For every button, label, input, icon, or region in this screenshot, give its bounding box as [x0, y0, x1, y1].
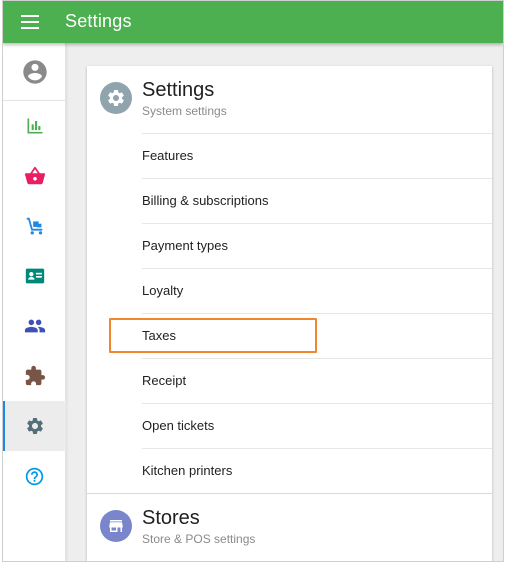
menu-item-label: Payment types	[142, 238, 228, 253]
menu-item-label: Receipt	[142, 373, 187, 388]
sidebar-item-integrations[interactable]	[3, 351, 66, 401]
settings-section-header: Settings System settings	[87, 66, 492, 133]
sidebar-item-employees[interactable]	[3, 251, 66, 301]
gear-icon	[25, 416, 45, 436]
settings-item-loyalty[interactable]: Loyalty	[142, 268, 492, 313]
menu-item-label: Kitchen printers	[142, 463, 233, 478]
contact-card-icon	[24, 265, 46, 287]
account-circle-icon	[21, 58, 49, 86]
menu-item-label: Features	[142, 148, 194, 163]
dolly-cart-icon	[24, 215, 46, 237]
sidebar-item-inventory[interactable]	[3, 201, 66, 251]
bar-chart-icon	[25, 116, 45, 136]
sidebar-item-items[interactable]	[3, 151, 66, 201]
shopping-basket-icon	[24, 165, 46, 187]
sidebar-item-customers[interactable]	[3, 301, 66, 351]
stores-section-header[interactable]: Stores Store & POS settings	[87, 493, 492, 560]
top-app-bar: Settings	[3, 1, 503, 43]
menu-item-label: Loyalty	[142, 283, 184, 298]
sidebar	[3, 43, 66, 561]
settings-section-subtitle: System settings	[142, 104, 227, 118]
hamburger-menu-icon[interactable]	[21, 15, 39, 29]
settings-section-title: Settings	[142, 79, 215, 101]
stores-section-subtitle: Store & POS settings	[142, 532, 256, 546]
sidebar-item-account[interactable]	[3, 43, 66, 101]
menu-item-label: Open tickets	[142, 418, 215, 433]
settings-card: Settings System settings Features Billin…	[87, 66, 492, 561]
settings-item-payment-types[interactable]: Payment types	[142, 223, 492, 268]
sidebar-item-help[interactable]	[3, 451, 66, 501]
people-icon	[24, 315, 46, 337]
page-title: Settings	[65, 11, 132, 31]
settings-item-kitchen-printers[interactable]: Kitchen printers	[142, 448, 492, 493]
sidebar-item-settings[interactable]	[3, 401, 66, 451]
stores-section-title: Stores	[142, 507, 200, 529]
settings-item-features[interactable]: Features	[142, 133, 492, 178]
settings-item-taxes[interactable]: Taxes	[142, 313, 492, 358]
store-icon	[100, 510, 132, 542]
app-window: Settings Settings System settings Featur…	[2, 0, 504, 562]
menu-item-label: Taxes	[142, 328, 176, 343]
settings-item-billing[interactable]: Billing & subscriptions	[142, 178, 492, 223]
puzzle-piece-icon	[24, 365, 46, 387]
sidebar-item-reports[interactable]	[3, 101, 66, 151]
menu-item-label: Billing & subscriptions	[142, 193, 269, 208]
gear-icon	[100, 82, 132, 114]
settings-item-receipt[interactable]: Receipt	[142, 358, 492, 403]
settings-item-open-tickets[interactable]: Open tickets	[142, 403, 492, 448]
help-circle-icon	[24, 466, 45, 487]
settings-menu-list: Features Billing & subscriptions Payment…	[87, 133, 492, 493]
